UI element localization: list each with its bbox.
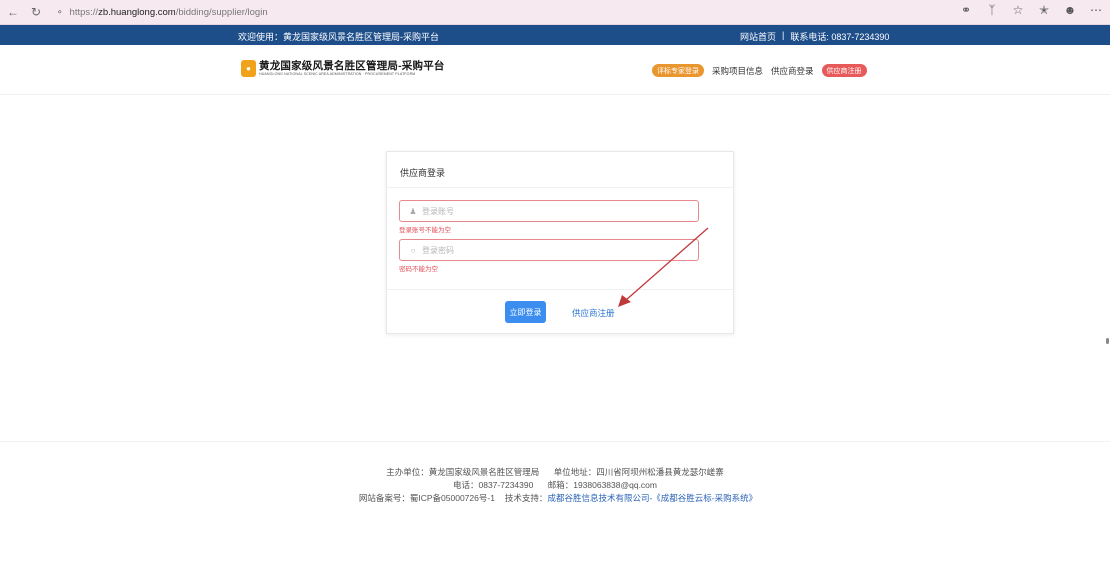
footer-address: 单位地址：四川省阿坝州松潘县黄龙瑟尔嵯寨 — [553, 467, 724, 477]
url-host: zb.huanglong.com — [98, 7, 176, 18]
footer-email: 邮箱：1938063838@qq.com — [547, 480, 657, 490]
url-scheme: https:// — [69, 7, 99, 18]
site-logo[interactable]: ● 黄龙国家级风景名胜区管理局-采购平台 HUANGLONG NATIONAL … — [241, 60, 445, 77]
back-icon[interactable]: ← — [3, 2, 23, 22]
login-card: 供应商登录 ♟ 登录账号不能为空 ○ 密码不能为空 立即登录 供应商注册 — [386, 151, 734, 334]
lock-icon: ○ — [410, 245, 416, 255]
translate-icon[interactable]: ᛉ — [984, 3, 1000, 17]
logo-emblem-icon: ● — [241, 60, 256, 77]
divider — [387, 187, 733, 188]
refresh-icon[interactable]: ↻ — [26, 2, 46, 22]
footer-host: 主办单位：黄龙国家级风景名胜区管理局 — [386, 467, 540, 477]
site-header: ● 黄龙国家级风景名胜区管理局-采购平台 HUANGLONG NATIONAL … — [0, 45, 1110, 95]
supplier-register-button[interactable]: 供应商注册 — [821, 64, 867, 77]
menu-supplier-login[interactable]: 供应商登录 — [771, 65, 814, 77]
footer-support-label: 技术支持： — [504, 493, 548, 503]
site-footer: 主办单位：黄龙国家级风景名胜区管理局 单位地址：四川省阿坝州松潘县黄龙瑟尔嵯寨 … — [0, 466, 1110, 505]
expert-login-button[interactable]: 评标专家登录 — [652, 64, 704, 77]
url-path: /bidding/supplier/login — [175, 7, 268, 18]
password-input[interactable] — [422, 245, 682, 255]
password-error: 密码不能为空 — [399, 266, 438, 273]
favorite-star-icon[interactable]: ☆ — [1010, 3, 1026, 17]
footer-phone: 电话：0837-7234390 — [453, 480, 534, 490]
more-icon[interactable]: ⋯ — [1088, 3, 1104, 17]
main-menu: 评标专家登录 采购项目信息 供应商登录 供应商注册 — [652, 64, 867, 77]
login-card-title: 供应商登录 — [400, 168, 446, 178]
supplier-register-link[interactable]: 供应商注册 — [572, 307, 615, 319]
welcome-text: 欢迎使用：黄龙国家级风景名胜区管理局-采购平台 — [238, 32, 439, 42]
login-submit-button[interactable]: 立即登录 — [505, 301, 546, 323]
logo-subtitle: HUANGLONG NATIONAL SCENIC AREA ADMINISTR… — [259, 71, 416, 76]
browser-toolbar: ← ↻ ⚬ https://zb.huanglong.com/bidding/s… — [0, 0, 1110, 25]
top-info-strip: 欢迎使用：黄龙国家级风景名胜区管理局-采购平台 网站首页 | 联系电话: 083… — [0, 25, 1110, 45]
password-field[interactable]: ○ — [399, 239, 699, 261]
logo-title: 黄龙国家级风景名胜区管理局-采购平台 — [259, 59, 445, 72]
strip-separator: | — [782, 30, 785, 40]
browser-tools: ⚭ ᛉ ☆ ✭ ☻ ⋯ — [958, 3, 1104, 17]
account-field[interactable]: ♟ — [399, 200, 699, 222]
scroll-indicator — [1106, 338, 1109, 344]
divider — [387, 289, 733, 290]
footer-icp[interactable]: 网站备案号：蜀ICP备05000726号-1 — [359, 493, 495, 503]
favorites-list-icon[interactable]: ✭ — [1036, 3, 1052, 17]
home-link[interactable]: 网站首页 — [740, 30, 776, 43]
user-icon: ♟ — [409, 206, 417, 216]
profile-icon[interactable]: ☻ — [1062, 3, 1078, 17]
lock-icon: ⚬ — [56, 7, 64, 17]
footer-divider — [0, 441, 1110, 442]
account-input[interactable] — [422, 206, 682, 216]
menu-project-info[interactable]: 采购项目信息 — [712, 65, 763, 77]
account-error: 登录账号不能为空 — [399, 227, 451, 234]
contact-phone: 联系电话: 0837-7234390 — [790, 32, 890, 42]
footer-support-link[interactable]: 成都谷胜信息技术有限公司-《成都谷胜云标-采购系统》 — [547, 493, 757, 503]
address-bar[interactable]: ⚬ https://zb.huanglong.com/bidding/suppl… — [48, 3, 978, 22]
key-icon[interactable]: ⚭ — [958, 3, 974, 17]
